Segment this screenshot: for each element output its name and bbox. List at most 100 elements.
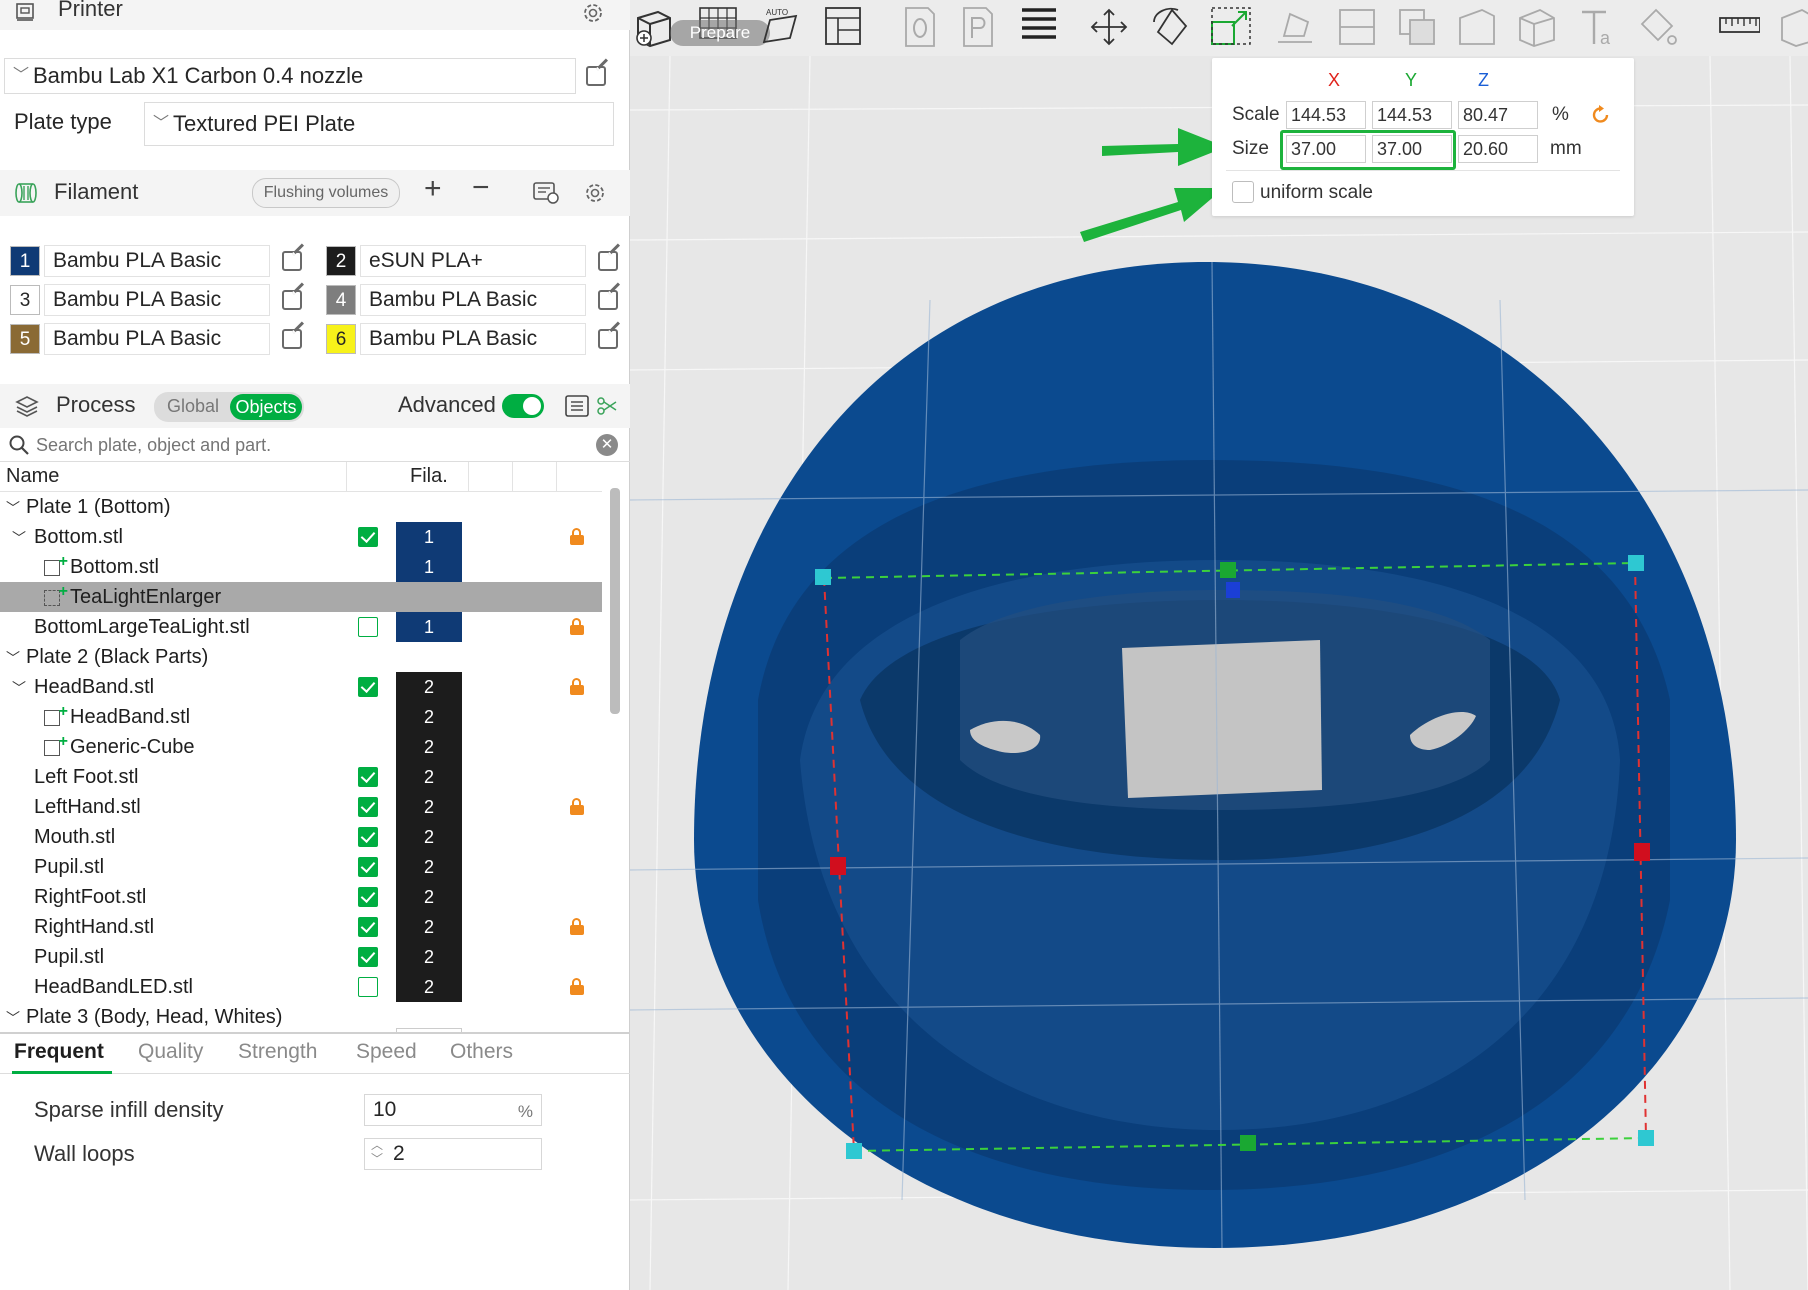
- add-filament-plus-icon[interactable]: +: [424, 172, 442, 206]
- unlock-icon[interactable]: [570, 528, 584, 545]
- filament-edit-icon[interactable]: [598, 290, 618, 310]
- tree-row[interactable]: ﹀ Plate 1 (Bottom): [0, 492, 602, 522]
- filament-edit-icon[interactable]: [282, 290, 302, 310]
- size-z-input[interactable]: 20.60: [1458, 135, 1538, 163]
- tree-row[interactable]: LeftHand.stl 2: [0, 792, 602, 822]
- tree-row[interactable]: Generic-Cube 2: [0, 727, 602, 762]
- objects-tab[interactable]: Objects: [230, 394, 302, 420]
- tree-row[interactable]: Mouth.stl 2: [0, 822, 602, 852]
- unlock-icon[interactable]: [570, 618, 584, 635]
- tree-row[interactable]: Bottom.stl 1: [0, 547, 602, 582]
- printable-checkbox[interactable]: [358, 917, 378, 937]
- printable-checkbox[interactable]: [358, 857, 378, 877]
- object-search-input[interactable]: [36, 432, 576, 458]
- reset-scale-icon[interactable]: [1590, 104, 1612, 126]
- tab-strength[interactable]: Strength: [238, 1040, 317, 1064]
- filament-cell[interactable]: 2: [396, 822, 462, 852]
- filament-edit-icon[interactable]: [598, 329, 618, 349]
- filament-color-swatch[interactable]: 2: [326, 246, 356, 276]
- filament-cell[interactable]: 1: [396, 612, 462, 642]
- tab-speed[interactable]: Speed: [356, 1040, 417, 1064]
- filament-color-swatch[interactable]: 6: [326, 324, 356, 354]
- printable-checkbox[interactable]: [358, 827, 378, 847]
- tree-row[interactable]: Pupil.stl 2: [0, 852, 602, 882]
- expand-caret-icon[interactable]: ﹀: [6, 1003, 20, 1033]
- tab-others[interactable]: Others: [450, 1040, 513, 1064]
- unlock-icon[interactable]: [570, 978, 584, 995]
- tree-row[interactable]: HeadBandLED.stl 2: [0, 972, 602, 1002]
- tree-row[interactable]: ﹀ Bottom.stl 1: [0, 522, 602, 552]
- printer-select[interactable]: ﹀ Bambu Lab X1 Carbon 0.4 nozzle: [4, 58, 576, 94]
- tree-row[interactable]: TeaLightEnlarger: [0, 577, 602, 612]
- filament-color-swatch[interactable]: 4: [326, 285, 356, 315]
- expand-caret-icon[interactable]: ﹀: [12, 523, 26, 553]
- sparse-infill-density-field[interactable]: 10 %: [364, 1094, 542, 1126]
- filament-edit-icon[interactable]: [282, 251, 302, 271]
- uniform-scale-checkbox[interactable]: [1232, 181, 1254, 203]
- filament-cell[interactable]: 1: [396, 522, 462, 552]
- size-y-input[interactable]: 37.00: [1372, 135, 1452, 163]
- unlock-icon[interactable]: [570, 798, 584, 815]
- printable-checkbox[interactable]: [358, 677, 378, 697]
- filament-cell[interactable]: 2: [396, 762, 462, 792]
- filament-edit-icon[interactable]: [282, 329, 302, 349]
- printer-edit-icon[interactable]: [586, 66, 606, 86]
- filament-cell[interactable]: 2: [396, 702, 462, 732]
- scale-x-input[interactable]: 144.53: [1286, 101, 1366, 129]
- scale-y-input[interactable]: 144.53: [1372, 101, 1452, 129]
- flushing-volumes-button[interactable]: Flushing volumes: [252, 178, 400, 208]
- stepper-arrows-icon[interactable]: ︿ ﹀: [371, 1138, 383, 1166]
- filament-color-swatch[interactable]: 1: [10, 246, 40, 276]
- global-tab[interactable]: Global: [167, 396, 219, 417]
- filament-sync-icon[interactable]: [532, 181, 560, 205]
- tree-scrollbar[interactable]: [610, 488, 620, 714]
- remove-filament-minus-icon[interactable]: −: [472, 171, 490, 205]
- expand-caret-icon[interactable]: ﹀: [6, 493, 20, 523]
- tree-row[interactable]: Left Foot.stl 2: [0, 762, 602, 792]
- filament-color-swatch[interactable]: 3: [10, 285, 40, 315]
- printable-checkbox[interactable]: [358, 887, 378, 907]
- tab-quality[interactable]: Quality: [138, 1040, 203, 1064]
- filament-name-select[interactable]: Bambu PLA Basic: [44, 245, 270, 277]
- expand-caret-icon[interactable]: ﹀: [6, 643, 20, 673]
- tree-row[interactable]: RightHand.stl 2: [0, 912, 602, 942]
- filament-edit-icon[interactable]: [598, 251, 618, 271]
- compare-icon[interactable]: [596, 396, 618, 416]
- filament-name-select[interactable]: eSUN PLA+: [360, 245, 586, 277]
- expand-caret-icon[interactable]: ﹀: [12, 673, 26, 703]
- plate-type-select[interactable]: ﹀ Textured PEI Plate: [144, 102, 614, 146]
- scale-z-input[interactable]: 80.47: [1458, 101, 1538, 129]
- printable-checkbox[interactable]: [358, 977, 378, 997]
- tree-row[interactable]: ﹀ Plate 3 (Body, Head, Whites): [0, 1002, 602, 1032]
- tree-row[interactable]: ﹀ HeadBand.stl 2: [0, 672, 602, 702]
- filament-cell[interactable]: 2: [396, 732, 462, 762]
- filament-cell[interactable]: 2: [396, 852, 462, 882]
- tree-row[interactable]: BottomLargeTeaLight.stl 1: [0, 612, 602, 642]
- printer-settings-gear-icon[interactable]: [580, 0, 606, 26]
- printable-checkbox[interactable]: [358, 947, 378, 967]
- filament-cell[interactable]: 2: [396, 912, 462, 942]
- filament-name-select[interactable]: Bambu PLA Basic: [44, 323, 270, 355]
- filament-cell[interactable]: 2: [396, 972, 462, 1002]
- printable-checkbox[interactable]: [358, 767, 378, 787]
- tree-row[interactable]: HeadBand.stl 2: [0, 697, 602, 732]
- filament-name-select[interactable]: Bambu PLA Basic: [360, 284, 586, 316]
- filament-name-select[interactable]: Bambu PLA Basic: [360, 323, 586, 355]
- size-x-input[interactable]: 37.00: [1286, 135, 1366, 163]
- tree-row[interactable]: Pupil.stl 2: [0, 942, 602, 972]
- filament-color-swatch[interactable]: 5: [10, 324, 40, 354]
- filament-name-select[interactable]: Bambu PLA Basic: [44, 284, 270, 316]
- filament-cell[interactable]: 2: [396, 942, 462, 972]
- filament-cell[interactable]: 2: [396, 792, 462, 822]
- clear-search-icon[interactable]: ✕: [596, 434, 618, 456]
- filament-cell[interactable]: 2: [396, 882, 462, 912]
- printable-checkbox[interactable]: [358, 527, 378, 547]
- unlock-icon[interactable]: [570, 918, 584, 935]
- tab-frequent[interactable]: Frequent: [14, 1040, 104, 1064]
- wall-loops-stepper[interactable]: ︿ ﹀ 2: [364, 1138, 542, 1170]
- filament-settings-gear-icon[interactable]: [582, 180, 608, 206]
- list-view-icon[interactable]: [564, 394, 590, 418]
- filament-cell[interactable]: 1: [396, 552, 462, 582]
- printable-checkbox[interactable]: [358, 797, 378, 817]
- 3d-viewport[interactable]: Prepare AUTO a X Y Z Scale 144.53 144.53…: [630, 0, 1808, 1290]
